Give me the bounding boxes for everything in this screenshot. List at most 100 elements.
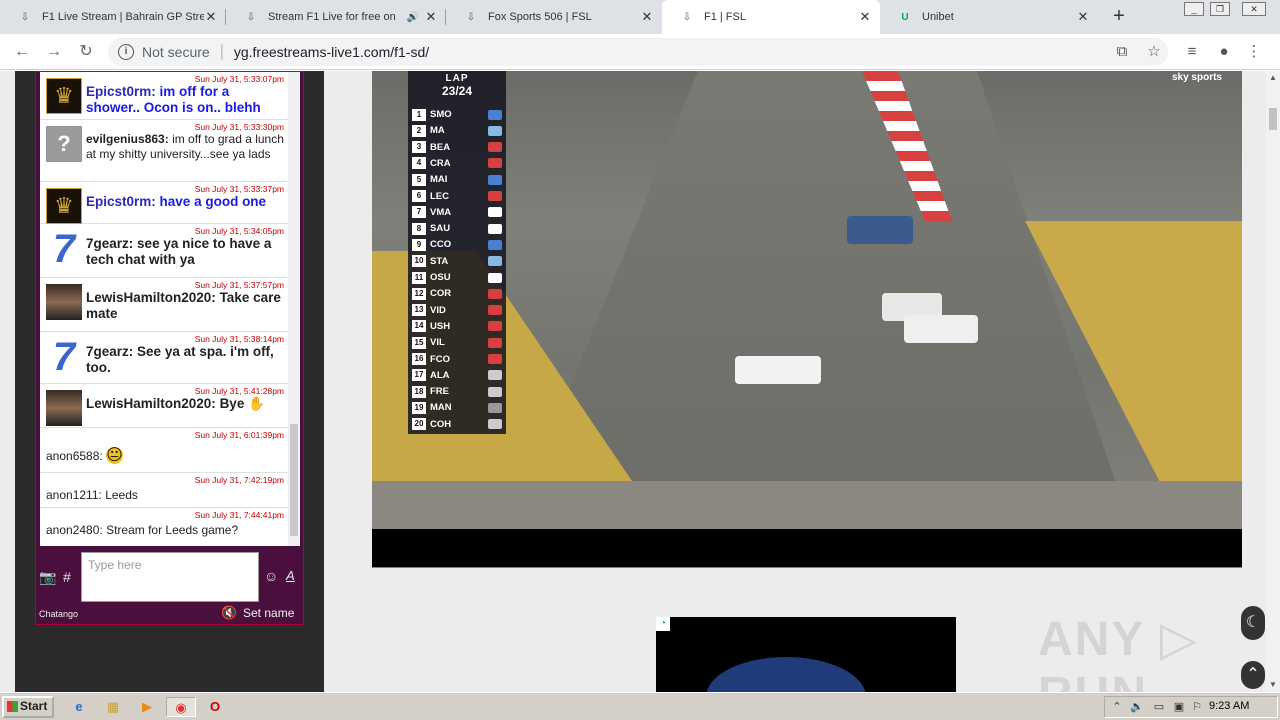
menu-icon[interactable]: ⋮ bbox=[1244, 42, 1264, 62]
close-icon[interactable]: ✕ bbox=[424, 9, 438, 25]
tray-expand-icon[interactable]: ⌃ bbox=[1109, 700, 1125, 716]
tab-1[interactable]: ⇩ Stream F1 Live for free on 🔊 ✕ bbox=[226, 0, 446, 34]
page-icon: ⇩ bbox=[682, 11, 692, 23]
advertisement[interactable]: ◔ bbox=[656, 617, 956, 692]
scroll-up-icon[interactable]: ▲ bbox=[1266, 71, 1280, 85]
chat-message: Sun July 31, 5:33:07pm ♛ Epicst0rm: im o… bbox=[40, 72, 288, 120]
forward-icon[interactable]: → bbox=[42, 40, 66, 64]
tab-4[interactable]: U Unibet ✕ bbox=[880, 0, 1098, 34]
taskbar: Start e ▦ ▶ ◉ O ⌃ 🔈 ▭ ▣ ⚐ 9:23 AM bbox=[0, 692, 1280, 720]
emoji-icon[interactable]: ☺ bbox=[264, 568, 278, 584]
new-tab-button[interactable]: + bbox=[1108, 5, 1130, 27]
tab-title: Fox Sports 506 | FSL bbox=[488, 11, 592, 23]
system-tray: ⌃ 🔈 ▭ ▣ ⚐ 9:23 AM bbox=[1104, 696, 1278, 718]
chat-message: Sun July 31, 5:37:57pm LewisHamilton2020… bbox=[40, 278, 288, 332]
standings-row: 15 VIL bbox=[412, 335, 502, 350]
chat-message: Sun July 31, 6:01:39pm anon6588: 😐 bbox=[40, 428, 288, 473]
tab-2[interactable]: ⇩ Fox Sports 506 | FSL ✕ bbox=[446, 0, 662, 34]
media-player-icon[interactable]: ▶ bbox=[136, 697, 158, 717]
lap-counter: 23/24 bbox=[441, 84, 473, 98]
standing-position: 4 bbox=[412, 157, 426, 170]
chat-scrollbar[interactable] bbox=[288, 72, 300, 546]
bookmark-star-icon[interactable]: ☆ bbox=[1144, 42, 1164, 62]
standing-position: 6 bbox=[412, 190, 426, 202]
browser-toolbar: ← → ↻ i Not secure | yg.freestreams-live… bbox=[0, 34, 1280, 70]
avatar: ♛ bbox=[46, 78, 82, 114]
driver-code: FRE bbox=[430, 386, 449, 398]
standing-position: 17 bbox=[412, 369, 426, 382]
close-window-icon[interactable]: ✕ bbox=[1242, 2, 1266, 16]
driver-code: LEC bbox=[430, 190, 449, 202]
popup-blocked-icon[interactable]: ⧉ bbox=[1112, 42, 1132, 62]
standings-row: 9 CCO bbox=[412, 237, 502, 252]
media-control-icon[interactable]: ≡ bbox=[1182, 42, 1202, 62]
minimize-icon[interactable]: _ bbox=[1184, 2, 1204, 16]
display-icon[interactable]: ▣ bbox=[1171, 700, 1187, 716]
opera-icon[interactable]: O bbox=[204, 697, 226, 717]
team-badge-icon bbox=[488, 386, 502, 397]
page-scrollbar[interactable]: ▲ ▼ bbox=[1266, 71, 1280, 692]
chat-messages[interactable]: Sun July 31, 5:33:07pm ♛ Epicst0rm: im o… bbox=[40, 72, 288, 546]
restore-icon[interactable]: ❐ bbox=[1210, 2, 1230, 16]
tab-3[interactable]: ⇩ F1 | FSL ✕ bbox=[662, 0, 880, 34]
scrollbar-thumb[interactable] bbox=[1269, 108, 1277, 130]
speaker-icon[interactable]: 🔊 bbox=[406, 10, 420, 24]
tab-0[interactable]: ⇩ F1 Live Stream | Bahrain GP Stre ✕ bbox=[0, 0, 226, 34]
info-icon[interactable]: i bbox=[118, 44, 134, 60]
clock[interactable]: 9:23 AM bbox=[1209, 700, 1249, 712]
dark-mode-icon[interactable]: ☾ bbox=[1241, 606, 1265, 640]
start-button[interactable]: Start bbox=[2, 696, 54, 718]
adchoices-icon[interactable]: ◔ bbox=[656, 617, 670, 631]
message-body: anon2480: Stream for Leeds game? bbox=[46, 523, 239, 537]
url-text[interactable]: yg.freestreams-live1.com/f1-sd/ bbox=[234, 44, 429, 60]
team-badge-icon bbox=[488, 142, 502, 153]
folder-icon[interactable]: ▦ bbox=[102, 697, 124, 717]
driver-code: COR bbox=[430, 288, 452, 300]
chatango-logo[interactable]: Chatango bbox=[39, 609, 78, 619]
standings-row: 16 FCO bbox=[412, 352, 502, 367]
team-badge-icon bbox=[488, 370, 502, 381]
ad-image bbox=[706, 657, 866, 692]
team-badge-icon bbox=[488, 158, 502, 169]
team-badge-icon bbox=[488, 207, 502, 218]
team-badge-icon bbox=[488, 223, 502, 234]
scroll-down-icon[interactable]: ▼ bbox=[1266, 678, 1280, 692]
team-badge-icon bbox=[488, 191, 502, 201]
flag-icon[interactable]: ⚐ bbox=[1189, 700, 1205, 716]
standings-row: 2 MA bbox=[412, 123, 502, 138]
standing-position: 10 bbox=[412, 255, 426, 268]
mute-icon[interactable]: 🔇 bbox=[221, 605, 237, 621]
close-icon[interactable]: ✕ bbox=[858, 9, 872, 25]
camera-icon[interactable]: 📷 bbox=[39, 569, 56, 586]
team-badge-icon bbox=[488, 419, 502, 430]
standing-position: 1 bbox=[412, 108, 426, 121]
close-icon[interactable]: ✕ bbox=[1076, 9, 1090, 25]
page-icon: ⇩ bbox=[20, 11, 30, 23]
scrollbar-thumb[interactable] bbox=[290, 424, 298, 536]
message-time: Sun July 31, 7:44:41pm bbox=[194, 510, 284, 520]
internet-explorer-icon[interactable]: e bbox=[68, 697, 90, 717]
back-icon[interactable]: ← bbox=[10, 40, 34, 64]
message-body: anon6588: 😐 bbox=[46, 447, 123, 464]
scroll-top-icon[interactable]: ⌃ bbox=[1241, 661, 1265, 689]
close-icon[interactable]: ✕ bbox=[640, 9, 654, 25]
video-control-bar[interactable] bbox=[372, 529, 1242, 567]
chrome-icon[interactable]: ◉ bbox=[166, 697, 196, 717]
volume-icon[interactable]: 🔈 bbox=[1129, 700, 1145, 716]
standings-row: 11 OSU bbox=[412, 270, 502, 285]
driver-code: SAU bbox=[430, 223, 451, 235]
chat-input[interactable]: Type here bbox=[81, 552, 259, 602]
profile-icon[interactable]: ● bbox=[1214, 42, 1234, 62]
hashtag-icon[interactable]: # bbox=[63, 569, 71, 585]
driver-code: COH bbox=[430, 418, 452, 430]
address-bar[interactable]: i Not secure | yg.freestreams-live1.com/… bbox=[108, 38, 1168, 66]
standing-position: 13 bbox=[412, 304, 426, 317]
close-icon[interactable]: ✕ bbox=[204, 9, 218, 25]
network-icon[interactable]: ▭ bbox=[1151, 700, 1167, 716]
reload-icon[interactable]: ↻ bbox=[74, 40, 98, 64]
set-name-link[interactable]: Set name bbox=[243, 606, 294, 620]
video-player[interactable]: LAP 23/24 1 SMO 2 MA 3 BEA 4 CRA 5 MAI 6 LEC 7 VMA 8 SA… bbox=[372, 71, 1242, 568]
font-style-icon[interactable]: A bbox=[286, 568, 295, 583]
standings-row: 4 CRA bbox=[412, 156, 502, 171]
message-body: evilgenius863: im off to grad a lunch at… bbox=[86, 132, 284, 161]
